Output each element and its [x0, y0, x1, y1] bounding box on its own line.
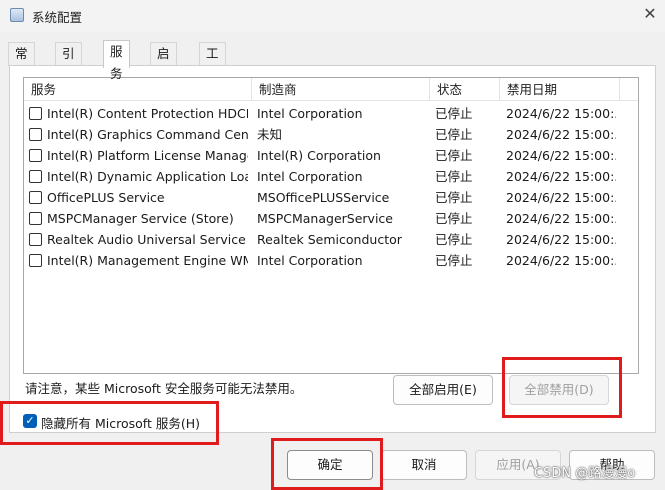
- manufacturer-cell: MSPCManagerService: [257, 211, 393, 226]
- disable-date-cell: 2024/6/22 15:00:...: [506, 232, 616, 247]
- table-row[interactable]: Intel(R) Management Engine WM... Intel Co…: [24, 250, 638, 271]
- service-name-cell: Intel(R) Content Protection HDCP...: [47, 106, 248, 121]
- highlight-hide-microsoft: [0, 401, 219, 445]
- manufacturer-cell: Intel Corporation: [257, 106, 363, 121]
- table-row[interactable]: MSPCManager Service (Store) MSPCManagerSe…: [24, 208, 638, 229]
- watermark: CSDN @路漫漫o: [534, 466, 636, 481]
- manufacturer-cell: Intel(R) Corporation: [257, 148, 381, 163]
- security-note: 请注意，某些 Microsoft 安全服务可能无法禁用。: [25, 381, 303, 396]
- disable-date-cell: 2024/6/22 15:00:...: [506, 190, 616, 205]
- column-header-service[interactable]: 服务: [24, 78, 252, 101]
- service-name-cell: Realtek Audio Universal Service: [47, 232, 246, 247]
- column-header-manufacturer[interactable]: 制造商: [252, 78, 430, 101]
- service-name-cell: OfficePLUS Service: [47, 190, 165, 205]
- title-bar: 系统配置 ✕: [0, 0, 665, 32]
- service-checkbox[interactable]: [29, 170, 42, 183]
- service-name-cell: Intel(R) Management Engine WM...: [47, 253, 248, 268]
- enable-all-button[interactable]: 全部启用(E): [393, 375, 493, 405]
- disable-date-cell: 2024/6/22 15:00:...: [506, 211, 616, 226]
- tab-general[interactable]: 常规: [8, 42, 35, 83]
- service-name-cell: Intel(R) Dynamic Application Loa...: [47, 169, 248, 184]
- table-row[interactable]: Intel(R) Platform License Manage... Intel…: [24, 145, 638, 166]
- system-config-icon: [10, 8, 24, 22]
- cancel-button[interactable]: 取消: [381, 450, 467, 480]
- table-row[interactable]: Realtek Audio Universal Service Realtek S…: [24, 229, 638, 250]
- service-name-cell: Intel(R) Platform License Manage...: [47, 148, 248, 163]
- status-cell: 已停止: [435, 127, 473, 142]
- disable-date-cell: 2024/6/22 15:00:...: [506, 253, 616, 268]
- status-cell: 已停止: [435, 211, 473, 226]
- close-icon[interactable]: ✕: [641, 4, 659, 24]
- table-row[interactable]: Intel(R) Dynamic Application Loa... Intel…: [24, 166, 638, 187]
- status-cell: 已停止: [435, 190, 473, 205]
- service-checkbox[interactable]: [29, 212, 42, 225]
- status-cell: 已停止: [435, 232, 473, 247]
- column-header-disable-date[interactable]: 禁用日期: [500, 78, 620, 101]
- service-checkbox[interactable]: [29, 254, 42, 267]
- service-name-cell: MSPCManager Service (Store): [47, 211, 234, 226]
- services-list[interactable]: 服务 制造商 状态 禁用日期 Intel(R) Content Protecti…: [23, 77, 639, 374]
- status-cell: 已停止: [435, 148, 473, 163]
- disable-date-cell: 2024/6/22 15:00:...: [506, 127, 616, 142]
- service-checkbox[interactable]: [29, 149, 42, 162]
- table-row[interactable]: OfficePLUS Service MSOfficePLUSService 已停止…: [24, 187, 638, 208]
- status-cell: 已停止: [435, 253, 473, 268]
- service-checkbox[interactable]: [29, 191, 42, 204]
- tab-boot[interactable]: 引导: [55, 42, 82, 83]
- disable-date-cell: 2024/6/22 15:00:...: [506, 106, 616, 121]
- status-cell: 已停止: [435, 169, 473, 184]
- tab-services[interactable]: 服务: [103, 40, 130, 81]
- manufacturer-cell: Intel Corporation: [257, 169, 363, 184]
- window-title: 系统配置: [32, 10, 83, 25]
- highlight-ok: [271, 438, 383, 490]
- service-name-cell: Intel(R) Graphics Command Cent...: [47, 127, 248, 142]
- manufacturer-cell: Intel Corporation: [257, 253, 363, 268]
- column-header-status[interactable]: 状态: [430, 78, 500, 101]
- disable-date-cell: 2024/6/22 15:00:...: [506, 148, 616, 163]
- service-checkbox[interactable]: [29, 233, 42, 246]
- manufacturer-cell: MSOfficePLUSService: [257, 190, 390, 205]
- manufacturer-cell: 未知: [257, 127, 283, 142]
- disable-date-cell: 2024/6/22 15:00:...: [506, 169, 616, 184]
- manufacturer-cell: Realtek Semiconductor: [257, 232, 402, 247]
- service-checkbox[interactable]: [29, 107, 42, 120]
- service-checkbox[interactable]: [29, 128, 42, 141]
- tab-startup[interactable]: 启动: [150, 42, 177, 83]
- table-row[interactable]: Intel(R) Content Protection HDCP... Intel…: [24, 103, 638, 124]
- highlight-disable-all: [502, 357, 622, 418]
- tab-tools[interactable]: 工具: [199, 42, 226, 83]
- status-cell: 已停止: [435, 106, 473, 121]
- table-row[interactable]: Intel(R) Graphics Command Cent... 未知 已停止 20…: [24, 124, 638, 145]
